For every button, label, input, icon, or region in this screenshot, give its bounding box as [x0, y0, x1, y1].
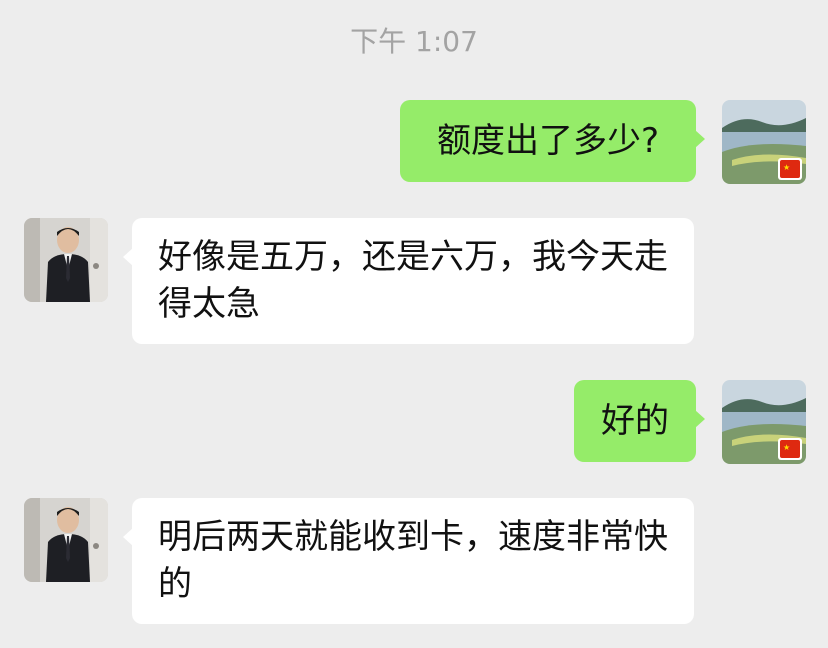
message-text: 好的	[601, 400, 669, 441]
contact-avatar[interactable]	[24, 218, 108, 302]
self-avatar[interactable]: ★	[722, 100, 806, 184]
message-text: 额度出了多少?	[436, 120, 660, 161]
self-avatar[interactable]: ★	[722, 380, 806, 464]
contact-avatar[interactable]	[24, 498, 108, 582]
incoming-message-bubble[interactable]: 明后两天就能收到卡，速度非常快的	[123, 498, 694, 624]
bubble-tail	[123, 248, 133, 266]
person-avatar-image	[24, 218, 108, 302]
chat-timestamp: 下午 1:07	[350, 25, 478, 58]
outgoing-message-bubble[interactable]: 额度出了多少?	[400, 100, 705, 182]
bubble-tail	[695, 410, 705, 428]
svg-text:★: ★	[783, 443, 790, 452]
message-text: 明后两天就能收到卡，速度非常快的	[158, 517, 668, 604]
landscape-avatar-image: ★	[722, 100, 806, 184]
incoming-message-bubble[interactable]: 好像是五万，还是六万，我今天走得太急	[123, 218, 694, 344]
person-avatar-image	[24, 498, 108, 582]
landscape-avatar-image: ★	[722, 380, 806, 464]
svg-text:★: ★	[783, 163, 790, 172]
bubble-tail	[123, 528, 133, 546]
message-text: 好像是五万，还是六万，我今天走得太急	[158, 237, 668, 324]
bubble-tail	[695, 130, 705, 148]
outgoing-message-bubble[interactable]: 好的	[574, 380, 705, 462]
